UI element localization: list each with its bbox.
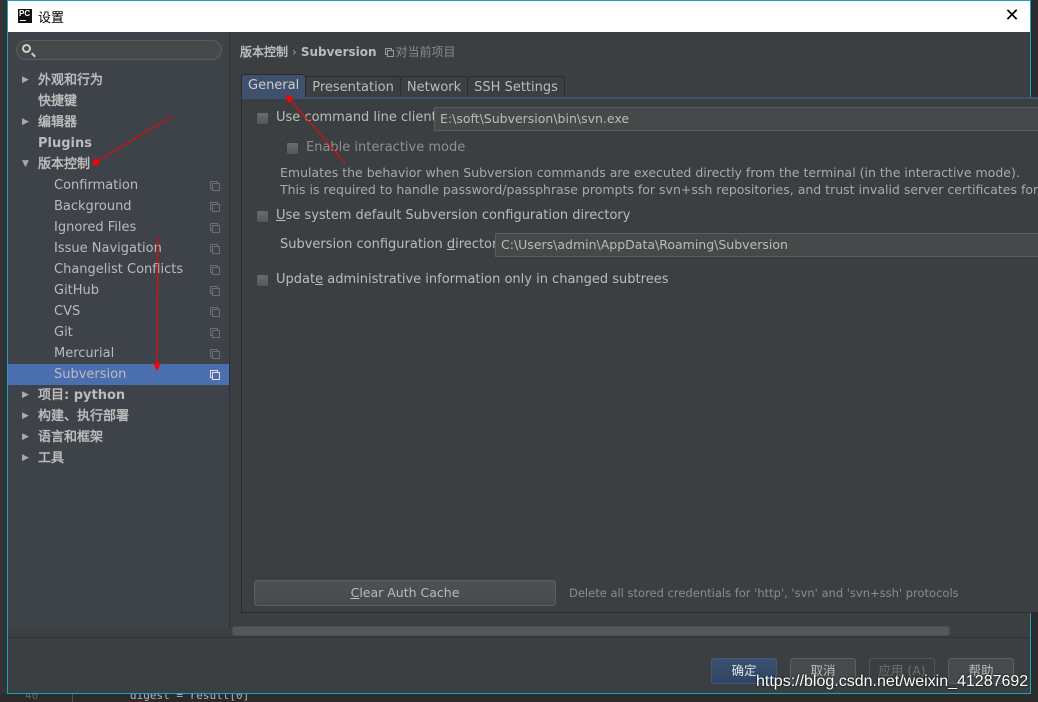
sidebar-item-label: 构建、执行部署	[38, 409, 130, 424]
sidebar-item[interactable]: Confirmation	[8, 175, 229, 196]
sidebar-item-label: Plugins	[38, 136, 92, 151]
title-bar: PC 设置 ✕	[8, 1, 1030, 32]
project-scope-icon	[210, 370, 220, 380]
enable-interactive-mode-label: Enable interactive mode	[306, 140, 466, 155]
sidebar-item[interactable]: GitHub	[8, 280, 229, 301]
triangle-right-icon[interactable]: ▶	[22, 406, 29, 427]
clear-auth-cache-button[interactable]: Clear Auth Cache	[254, 580, 556, 606]
sidebar-item-label: 快捷键	[38, 94, 78, 109]
sidebar-item[interactable]: ▶ 项目: python	[8, 385, 229, 406]
breadcrumb: 版本控制 › Subversion 对当前项目	[240, 43, 456, 60]
watermark-text: https://blog.csdn.net/weixin_41287692	[756, 673, 1029, 690]
enable-interactive-mode-checkbox[interactable]	[286, 142, 299, 155]
sidebar-item[interactable]: ▶ 语言和框架	[8, 427, 229, 448]
sidebar-item[interactable]: ▶ 构建、执行部署	[8, 406, 229, 427]
tab-presentation[interactable]: Presentation	[305, 76, 401, 99]
project-scope-icon	[210, 307, 220, 317]
breadcrumb-root: 版本控制	[240, 45, 289, 59]
tab-ssh-settings[interactable]: SSH Settings	[467, 76, 565, 99]
sidebar-item-label: 编辑器	[38, 115, 78, 130]
project-scope-icon	[210, 223, 220, 233]
sidebar-item-label: GitHub	[54, 283, 100, 298]
project-scope-icon	[210, 286, 220, 296]
sidebar-item-label: Mercurial	[54, 346, 115, 361]
use-command-line-client-label: Use command line client:	[276, 110, 442, 125]
sidebar-item-label: Ignored Files	[54, 220, 137, 235]
search-input[interactable]	[16, 40, 222, 60]
sidebar-item[interactable]: Changelist Conflicts	[8, 259, 229, 280]
sidebar-item-label: Git	[54, 325, 73, 340]
breadcrumb-leaf: Subversion	[300, 45, 377, 59]
project-scope-icon	[210, 181, 220, 191]
settings-tree: ▶ 外观和行为快捷键 ▶ 编辑器 Plugins ▼ 版本控制 Confirmation Bac…	[8, 70, 229, 469]
editor-gutter	[72, 694, 73, 702]
triangle-right-icon[interactable]: ▶	[22, 385, 29, 406]
project-scope-icon	[384, 48, 394, 57]
sidebar-item-label: 语言和框架	[38, 430, 104, 445]
interactive-mode-description-1: Emulates the behavior when Subversion co…	[280, 165, 1020, 180]
settings-dialog: PC 设置 ✕ ▶ 外观和行为快捷键 ▶ 编辑器 Plugins ▼ 版本控制 Confirm…	[7, 0, 1038, 694]
sidebar-item-label: CVS	[54, 304, 81, 319]
project-scope-icon	[210, 244, 220, 254]
sidebar-item[interactable]: Ignored Files	[8, 217, 229, 238]
sidebar-item-label: 外观和行为	[38, 73, 104, 88]
background-editor: 40 digest = result[0]	[0, 689, 1038, 702]
sidebar-item-label: 工具	[38, 451, 65, 466]
sidebar-item[interactable]: Mercurial	[8, 343, 229, 364]
sidebar-item[interactable]: Plugins	[8, 133, 229, 154]
sidebar-item-label: 版本控制	[38, 157, 91, 172]
interactive-mode-description-2: This is required to handle password/pass…	[280, 182, 1038, 197]
sidebar-item-label: Confirmation	[54, 178, 139, 193]
project-scope-icon	[210, 202, 220, 212]
sidebar-item[interactable]: 快捷键	[8, 91, 229, 112]
use-system-default-config-label: Use system default Subversion configurat…	[276, 208, 631, 223]
sidebar-item[interactable]: Subversion	[8, 364, 229, 385]
project-scope-icon	[210, 349, 220, 359]
triangle-right-icon[interactable]: ▶	[22, 427, 29, 448]
triangle-down-icon[interactable]: ▼	[22, 154, 29, 175]
sidebar-item[interactable]: ▶ 编辑器	[8, 112, 229, 133]
tab-network[interactable]: Network	[399, 76, 469, 99]
config-directory-input[interactable]: C:\Users\admin\AppData\Roaming\Subversio…	[495, 233, 1038, 257]
settings-content: 版本控制 › Subversion 对当前项目 General Presentation…	[230, 32, 1038, 628]
search-icon	[22, 44, 31, 53]
settings-sidebar: ▶ 外观和行为快捷键 ▶ 编辑器 Plugins ▼ 版本控制 Confirmation Bac…	[8, 32, 230, 628]
pycharm-logo-icon: PC	[18, 9, 32, 23]
close-button[interactable]: ✕	[1002, 6, 1022, 26]
update-admin-info-checkbox[interactable]	[256, 274, 269, 287]
tab-bar: General Presentation Network SSH Settings	[241, 74, 565, 99]
sidebar-item-label: Background	[54, 199, 132, 214]
use-system-default-config-checkbox[interactable]	[256, 210, 269, 223]
sidebar-item[interactable]: ▶ 工具	[8, 448, 229, 469]
triangle-right-icon[interactable]: ▶	[22, 448, 29, 469]
config-directory-label: Subversion configuration directory:	[280, 237, 509, 252]
sidebar-item[interactable]: Git	[8, 322, 229, 343]
breadcrumb-scope: 对当前项目	[395, 45, 456, 59]
breadcrumb-separator: ›	[292, 45, 297, 59]
sidebar-item-label: Issue Navigation	[54, 241, 162, 256]
general-tab-panel: Use command line client: E:\soft\Subvers…	[241, 97, 1038, 613]
sidebar-item[interactable]: Background	[8, 196, 229, 217]
project-scope-icon	[210, 328, 220, 338]
sidebar-item[interactable]: ▶ 外观和行为	[8, 70, 229, 91]
triangle-right-icon[interactable]: ▶	[22, 70, 29, 91]
footer-divider	[8, 637, 1030, 638]
sidebar-item[interactable]: CVS	[8, 301, 229, 322]
sidebar-item-label: Subversion	[54, 367, 127, 382]
sidebar-item-label: 项目: python	[38, 388, 126, 403]
tab-general[interactable]: General	[241, 74, 307, 99]
use-command-line-client-checkbox[interactable]	[256, 112, 269, 125]
sidebar-item-label: Changelist Conflicts	[54, 262, 184, 277]
window-title: 设置	[38, 11, 65, 26]
update-admin-info-label: Update administrative information only i…	[276, 272, 669, 287]
sidebar-item[interactable]: Issue Navigation	[8, 238, 229, 259]
svn-executable-path-input[interactable]: E:\soft\Subversion\bin\svn.exe	[434, 107, 1038, 131]
sidebar-item[interactable]: ▼ 版本控制	[8, 154, 229, 175]
background-ide-left	[0, 0, 7, 702]
triangle-right-icon[interactable]: ▶	[22, 112, 29, 133]
project-scope-icon	[210, 265, 220, 275]
horizontal-scrollbar[interactable]	[232, 626, 950, 636]
clear-auth-cache-description: Delete all stored credentials for 'http'…	[569, 586, 959, 600]
